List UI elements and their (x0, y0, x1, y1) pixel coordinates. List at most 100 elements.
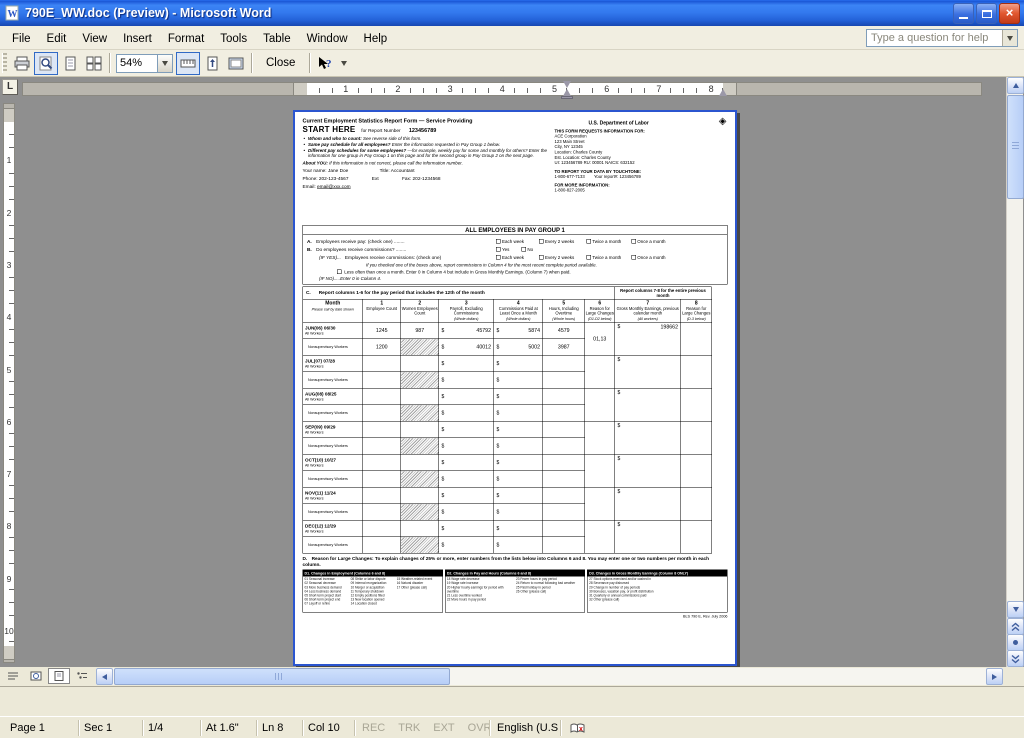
dollar-sign: $ (442, 526, 445, 532)
previous-page-button[interactable] (1007, 618, 1024, 635)
scroll-right-button[interactable] (986, 668, 1003, 685)
status-flag-trk[interactable]: TRK (398, 722, 420, 734)
column-title: Commissions Paid at Least Once a Month (495, 306, 543, 315)
status-flag-ovr[interactable]: OVR (468, 722, 492, 734)
month-label: SEP(09) 09/29 (305, 425, 361, 430)
nonsupervisory-label-cell: Nonsupervisory Workers (303, 471, 363, 488)
section-d-label: D. (303, 556, 308, 562)
left-indent-marker[interactable] (561, 96, 573, 99)
reason-box-columns: 18 Wage rate decrease19 Wage rate increa… (445, 577, 584, 604)
hanging-indent-marker[interactable] (563, 89, 571, 96)
h-ruler-number: 1 (342, 84, 349, 94)
commission-frequency-options: Each weekEvery 2 weeksTwice a monthOnce … (496, 255, 666, 261)
tab-selector[interactable]: L (2, 79, 18, 95)
women-count-cell (401, 471, 439, 488)
name-value: Jane Doe (328, 168, 348, 174)
month-label: JUL(07) 07/28 (305, 359, 361, 364)
hours-cell: 3987 (543, 339, 585, 356)
horizontal-scroll-thumb[interactable] (114, 668, 450, 685)
payroll-cell: $ (439, 372, 494, 389)
gross-earnings-cell: $ (615, 388, 681, 421)
status-language[interactable]: English (U.S (497, 722, 558, 734)
scroll-down-button[interactable] (1007, 601, 1024, 618)
scroll-up-button[interactable] (1007, 77, 1024, 94)
menu-window[interactable]: Window (299, 30, 356, 48)
nonsupervisory-label-cell: Nonsupervisory Workers (303, 504, 363, 521)
employee-count-cell (363, 520, 401, 537)
title-bar[interactable]: W 790E_WW.doc (Preview) - Microsoft Word… (0, 0, 1024, 26)
menu-table[interactable]: Table (255, 30, 299, 48)
restore-button[interactable] (976, 3, 997, 24)
ces-table: MonthPlease call by date shown1Employee … (303, 299, 713, 554)
checkbox-icon (631, 239, 636, 244)
menu-format[interactable]: Format (160, 30, 212, 48)
cell-value: 45792 (476, 328, 491, 334)
if-yes-note: If you checked one of the boxes above, r… (366, 263, 723, 268)
h-ruler-number: 5 (551, 84, 558, 94)
h-ruler[interactable]: 12345678 (22, 79, 1000, 99)
payroll-cell: $ (439, 454, 494, 471)
about-you-line: About YOU: If this information is not co… (303, 161, 553, 166)
question-help-box[interactable]: Type a question for help (866, 29, 1018, 47)
web-layout-view-button[interactable] (25, 668, 47, 684)
question-help-placeholder: Type a question for help (867, 32, 1002, 44)
checkbox-label: Once a month (637, 255, 665, 260)
view-ruler-button[interactable] (176, 52, 200, 75)
vertical-scroll-thumb[interactable] (1007, 95, 1024, 199)
menu-file[interactable]: File (4, 30, 39, 48)
spelling-status-icon[interactable]: x (570, 722, 585, 737)
zoom-combobox[interactable]: 54% (116, 54, 173, 73)
vertical-scrollbar[interactable] (1006, 77, 1023, 667)
scroll-left-button[interactable] (96, 668, 113, 685)
context-help-button[interactable]: ? (313, 52, 337, 75)
normal-view-button[interactable] (2, 668, 24, 684)
first-line-indent-marker[interactable] (563, 81, 571, 88)
menu-edit[interactable]: Edit (39, 30, 75, 48)
reason-item: 22 More hours in pay period (447, 598, 514, 602)
gross-earnings-cell-flex: $ (617, 455, 680, 488)
status-divider (142, 720, 143, 736)
payroll-cell: $ (439, 388, 494, 405)
one-page-button[interactable] (58, 52, 82, 75)
full-screen-button[interactable] (224, 52, 248, 75)
zoom-value[interactable]: 54% (116, 54, 158, 73)
menu-insert[interactable]: Insert (115, 30, 160, 48)
close-window-button[interactable]: × (999, 3, 1020, 24)
select-browse-object-button[interactable] (1007, 634, 1024, 651)
status-at-position: At 1.6" (206, 722, 239, 734)
reason-column: 27 Stock options exercised and/or cashed… (589, 578, 725, 603)
status-flag-ext[interactable]: EXT (433, 722, 454, 734)
next-page-button[interactable] (1007, 650, 1024, 667)
status-flag-rec[interactable]: REC (362, 722, 385, 734)
zoom-dropdown-button[interactable] (158, 54, 173, 73)
close-preview-button[interactable]: Close (255, 53, 306, 73)
document-page[interactable]: Current Employment Statistics Report For… (293, 110, 737, 666)
hours-cell (543, 520, 585, 537)
commissions-cell: $ (494, 471, 543, 488)
v-ruler[interactable]: 12345678910 (2, 103, 16, 663)
chevron-down-icon[interactable] (1002, 30, 1017, 46)
multiple-pages-button[interactable] (82, 52, 106, 75)
checkbox-label: No (527, 247, 533, 252)
toolbar-grip[interactable] (2, 53, 7, 73)
shrink-to-fit-button[interactable] (200, 52, 224, 75)
h-ruler-number: 2 (394, 84, 401, 94)
print-button[interactable] (10, 52, 34, 75)
commission-yn-options: YesNo (496, 247, 533, 253)
menu-help[interactable]: Help (356, 30, 396, 48)
status-bar: Page 1 Sec 1 1/4 At 1.6" Ln 8 Col 10 REC… (0, 716, 1024, 738)
minimize-button[interactable] (953, 3, 974, 24)
right-indent-marker[interactable] (719, 89, 727, 96)
cell-value: 5002 (528, 344, 540, 350)
dollar-sign: $ (497, 476, 500, 482)
magnifier-button[interactable] (34, 52, 58, 75)
v-ruler-number: 8 (4, 521, 14, 531)
pay-frequency-option: Once a month (631, 239, 665, 245)
menu-view[interactable]: View (74, 30, 115, 48)
outline-view-button[interactable] (71, 668, 93, 684)
toolbar-options-arrow[interactable] (341, 61, 347, 66)
reason-cell (585, 388, 615, 421)
commissions-cell: $ (494, 421, 543, 438)
print-layout-view-button[interactable] (48, 668, 70, 684)
menu-tools[interactable]: Tools (212, 30, 255, 48)
